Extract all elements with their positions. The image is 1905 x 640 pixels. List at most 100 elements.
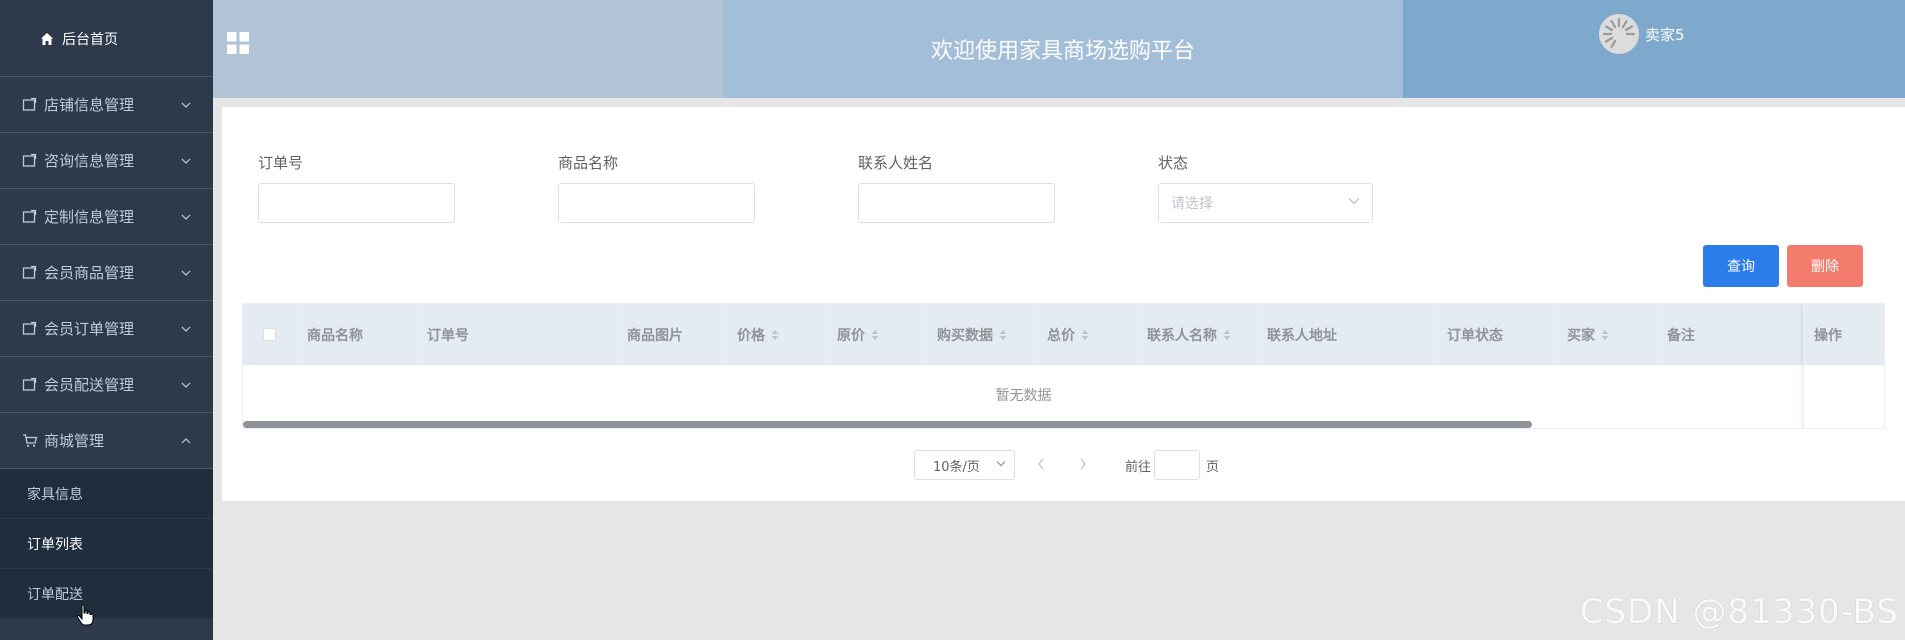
column-header-label: 购买数据 xyxy=(937,327,993,344)
goto-suffix: 页 xyxy=(1206,460,1220,475)
contact-name-input[interactable] xyxy=(858,183,1055,223)
column-header-label: 买家 xyxy=(1567,327,1595,344)
sidebar-submenu-mall: 家具信息 订单列表 订单配送 xyxy=(0,469,213,619)
sort-caret-icon[interactable] xyxy=(871,329,879,341)
column-header-label: 总价 xyxy=(1047,327,1075,344)
home-icon xyxy=(41,32,53,45)
status-select[interactable]: 请选择 xyxy=(1158,183,1373,223)
grid-menu-icon[interactable] xyxy=(227,32,249,54)
column-header-sortable[interactable]: 购买数据 xyxy=(927,304,1037,365)
folder-share-icon xyxy=(22,321,38,337)
avatar xyxy=(1599,14,1639,54)
cart-icon xyxy=(22,433,38,449)
prev-page-icon[interactable] xyxy=(1036,457,1046,471)
sort-caret-icon[interactable] xyxy=(1601,329,1609,341)
folder-share-icon xyxy=(22,153,38,169)
sidebar-menu-custom-info[interactable]: 定制信息管理 xyxy=(0,188,213,245)
order-table: 商品名称 订单号 商品图片 价格 原价 购买数据 总价 联系人名称 联系人地址 … xyxy=(242,303,1885,429)
order-no-label: 订单号 xyxy=(258,154,304,172)
column-header-actions: 操作 xyxy=(1804,304,1884,365)
column-header-label: 联系人名称 xyxy=(1147,327,1217,344)
sidebar-menu-label: 店铺信息管理 xyxy=(44,96,135,114)
sort-caret-icon[interactable] xyxy=(1081,329,1089,341)
status-select-placeholder: 请选择 xyxy=(1171,196,1213,212)
sidebar-item-furniture-info[interactable]: 家具信息 xyxy=(0,469,213,519)
watermark: CSDN @81330-BS xyxy=(1579,592,1899,632)
goto-prefix: 前往 xyxy=(1125,460,1152,475)
folder-share-icon xyxy=(22,377,38,393)
column-header-sortable[interactable]: 总价 xyxy=(1037,304,1137,365)
column-header: 订单号 xyxy=(417,304,617,365)
sidebar-menu-label: 会员配送管理 xyxy=(44,376,135,394)
goto-page-input[interactable] xyxy=(1154,450,1200,480)
chevron-down-icon xyxy=(181,326,191,332)
fixed-actions-column: 操作 xyxy=(1803,304,1884,428)
header-left xyxy=(213,0,723,98)
column-header: 商品图片 xyxy=(617,304,727,365)
hand-cursor-icon xyxy=(76,604,94,626)
sidebar-menu-label: 会员商品管理 xyxy=(44,264,135,282)
product-name-label: 商品名称 xyxy=(558,154,619,172)
folder-share-icon xyxy=(22,209,38,225)
column-header-label: 原价 xyxy=(837,327,865,344)
chevron-down-icon xyxy=(1348,198,1360,205)
sidebar-menu-member-delivery[interactable]: 会员配送管理 xyxy=(0,356,213,413)
sort-caret-icon[interactable] xyxy=(999,329,1007,341)
query-button[interactable]: 查询 xyxy=(1703,245,1779,287)
column-header-sortable[interactable]: 原价 xyxy=(827,304,927,365)
product-name-input[interactable] xyxy=(558,183,755,223)
sidebar-menu-member-goods[interactable]: 会员商品管理 xyxy=(0,244,213,301)
chevron-down-icon xyxy=(996,461,1006,467)
page-size-value: 10条/页 xyxy=(933,459,980,475)
folder-share-icon xyxy=(22,265,38,281)
status-label: 状态 xyxy=(1158,154,1189,172)
column-header: 联系人地址 xyxy=(1257,304,1437,365)
sidebar-menu-label: 咨询信息管理 xyxy=(44,152,135,170)
column-header-sortable[interactable]: 联系人名称 xyxy=(1137,304,1257,365)
chevron-down-icon xyxy=(181,270,191,276)
sidebar: 后台首页 店铺信息管理 咨询信息管理 定制信息管理 会员商品管理 会员订单管理 … xyxy=(0,0,213,640)
column-header: 备注 xyxy=(1667,327,1695,344)
column-header: 商品名称 xyxy=(297,304,417,365)
sidebar-item-order-list[interactable]: 订单列表 xyxy=(0,519,213,569)
order-list-card: 订单号 商品名称 联系人姓名 状态 请选择 查询 删除 商品名称 订单号 商品图… xyxy=(222,107,1905,501)
user-menu[interactable]: 卖家5 xyxy=(1599,14,1685,54)
contact-name-label: 联系人姓名 xyxy=(858,154,934,172)
header-right: 卖家5 xyxy=(1403,0,1905,98)
sidebar-menu-label: 会员订单管理 xyxy=(44,320,135,338)
sort-caret-icon[interactable] xyxy=(1223,329,1231,341)
column-header-sortable[interactable]: 价格 xyxy=(727,304,827,365)
table-header: 商品名称 订单号 商品图片 价格 原价 购买数据 总价 联系人名称 联系人地址 … xyxy=(243,304,1884,365)
chevron-down-icon xyxy=(181,158,191,164)
chevron-down-icon xyxy=(181,382,191,388)
column-header-label: 价格 xyxy=(737,327,765,344)
sidebar-menu-label: 定制信息管理 xyxy=(44,208,135,226)
pagination: 10条/页 前往 页 xyxy=(222,450,1905,480)
sidebar-menu-consult-info[interactable]: 咨询信息管理 xyxy=(0,132,213,189)
column-header-sortable[interactable]: 买家 xyxy=(1557,304,1657,365)
sidebar-menu-shop-info[interactable]: 店铺信息管理 xyxy=(0,76,213,133)
column-header: 订单状态 xyxy=(1437,304,1557,365)
sidebar-menu-member-orders[interactable]: 会员订单管理 xyxy=(0,300,213,357)
chevron-up-icon xyxy=(181,437,191,443)
header-title: 欢迎使用家具商场选购平台 xyxy=(723,0,1403,98)
chevron-down-icon xyxy=(181,214,191,220)
sidebar-item-order-delivery[interactable]: 订单配送 xyxy=(0,569,213,619)
sidebar-home[interactable]: 后台首页 xyxy=(0,0,213,77)
sidebar-menu-mall[interactable]: 商城管理 xyxy=(0,412,213,469)
user-name: 卖家5 xyxy=(1645,25,1685,44)
sort-caret-icon[interactable] xyxy=(771,329,779,341)
chevron-down-icon xyxy=(181,102,191,108)
table-empty-text: 暂无数据 xyxy=(995,388,1052,404)
order-no-input[interactable] xyxy=(258,183,455,223)
top-header: 欢迎使用家具商场选购平台 卖家5 xyxy=(213,0,1905,98)
select-all-cell xyxy=(243,304,297,365)
next-page-icon[interactable] xyxy=(1078,457,1088,471)
select-all-checkbox[interactable] xyxy=(263,328,276,341)
page-size-select[interactable]: 10条/页 xyxy=(914,450,1015,480)
folder-share-icon xyxy=(22,97,38,113)
delete-button[interactable]: 删除 xyxy=(1787,245,1863,287)
horizontal-scrollbar[interactable] xyxy=(243,421,1532,428)
sidebar-menu-label: 商城管理 xyxy=(44,432,105,450)
sidebar-home-label: 后台首页 xyxy=(62,31,118,48)
